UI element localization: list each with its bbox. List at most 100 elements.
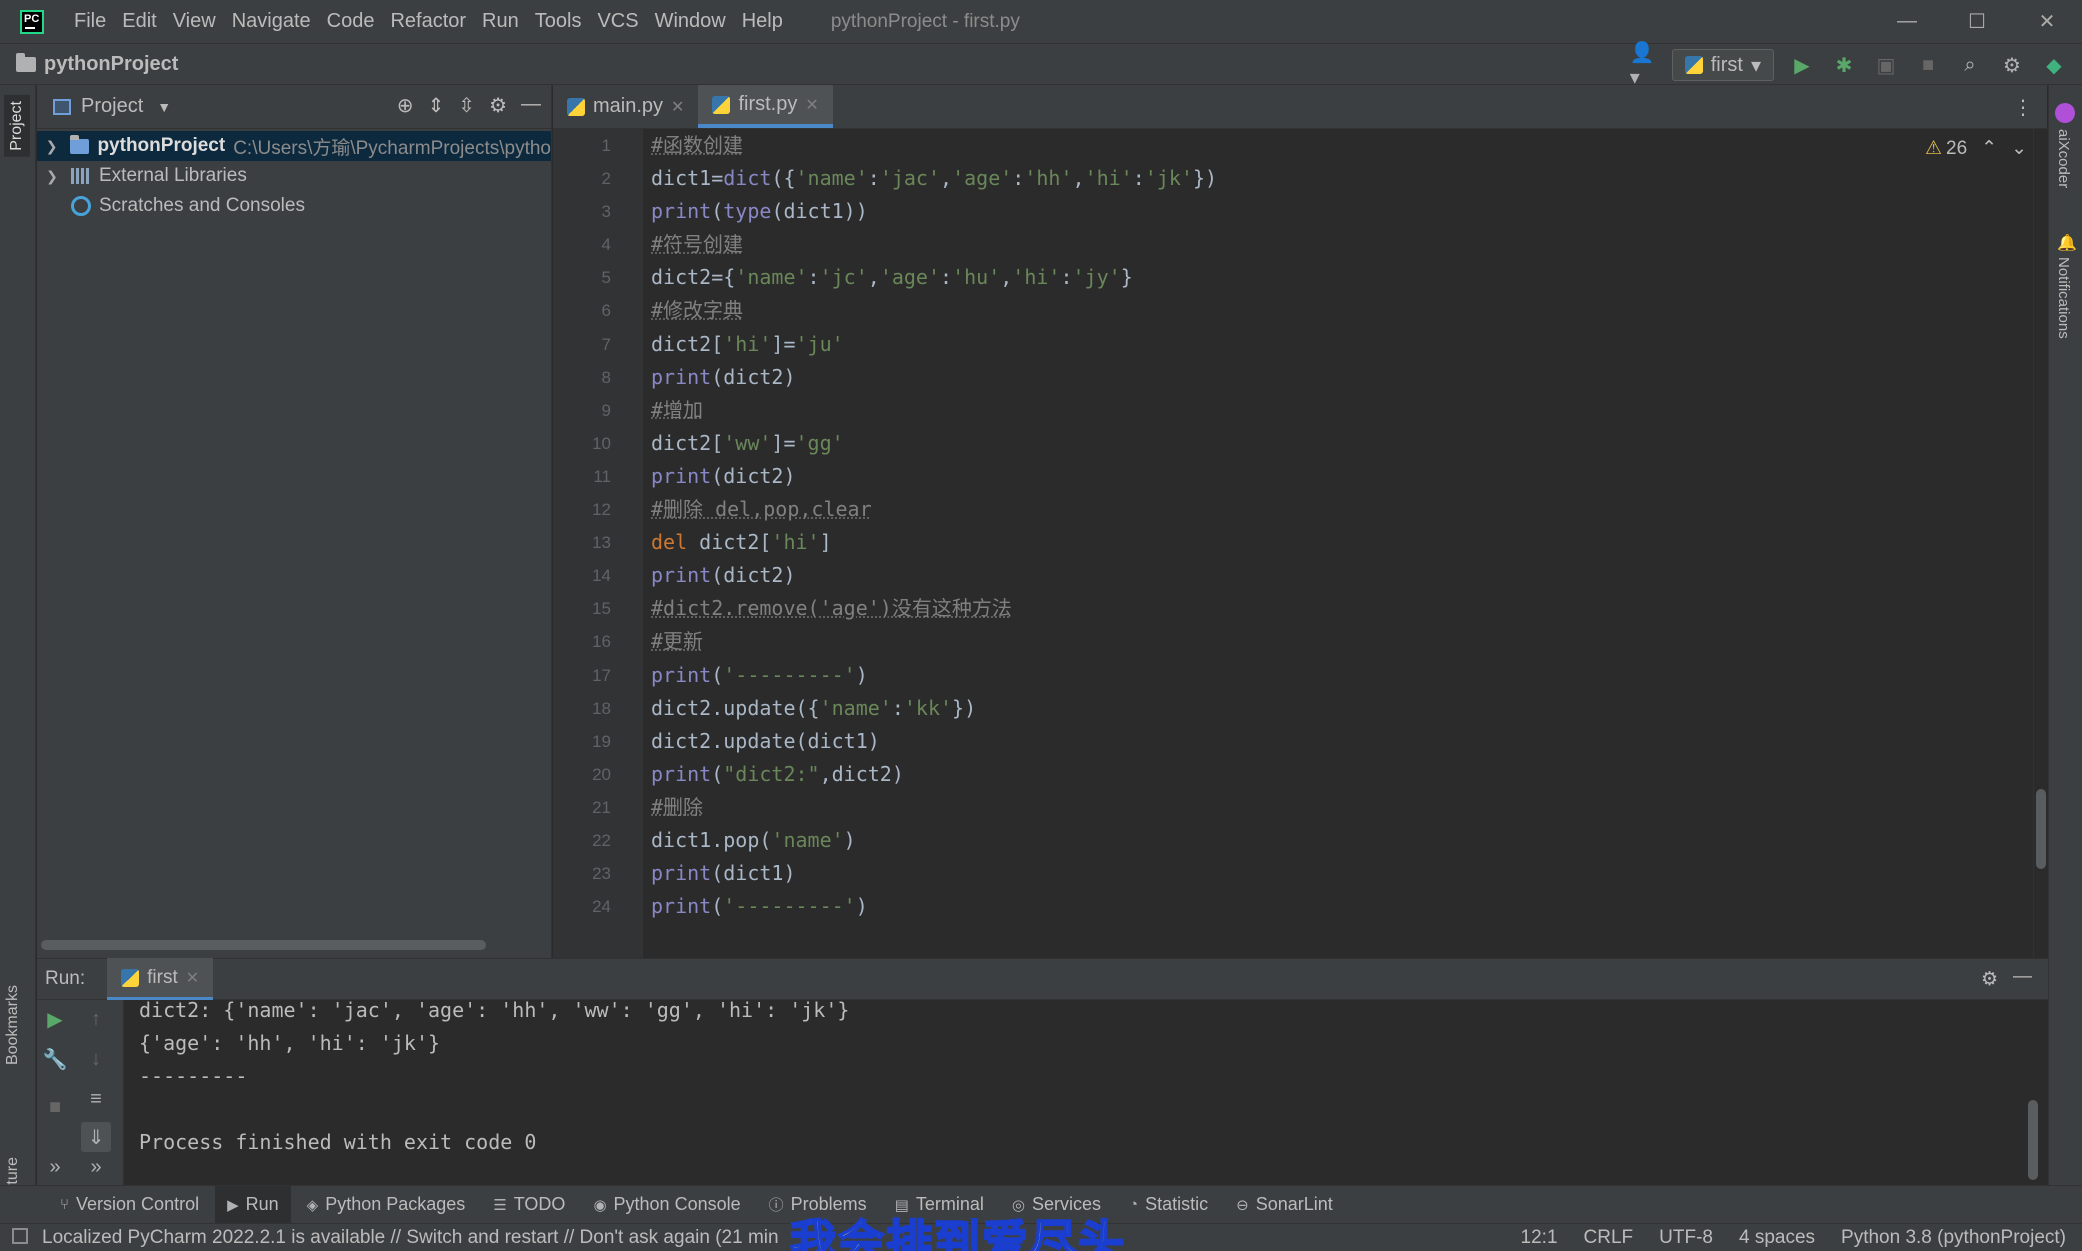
maximize-icon[interactable]: ☐ xyxy=(1942,0,2012,43)
menu-help[interactable]: Help xyxy=(734,10,791,33)
code-line[interactable]: print(dict2) xyxy=(651,361,2007,394)
code-line[interactable]: dict1.pop('name') xyxy=(651,824,2007,857)
menu-run[interactable]: Run xyxy=(474,10,527,33)
menu-navigate[interactable]: Navigate xyxy=(224,10,319,33)
tool-tab-notifications[interactable]: Notifications xyxy=(2055,257,2072,339)
chevron-right-icon[interactable]: ❯ xyxy=(43,168,61,185)
code-line[interactable]: #修改字典 xyxy=(651,294,2007,327)
rerun-icon[interactable]: ▶ xyxy=(40,1004,70,1034)
stop-icon[interactable]: ■ xyxy=(1914,51,1942,79)
menu-tools[interactable]: Tools xyxy=(527,10,590,33)
layout-icon[interactable] xyxy=(12,1228,28,1244)
aixcoder-icon[interactable] xyxy=(2055,103,2075,123)
code-line[interactable]: dict1=dict({'name':'jac','age':'hh','hi'… xyxy=(651,162,2007,195)
hide-icon[interactable]: — xyxy=(2013,966,2032,988)
run-icon[interactable]: ▶ xyxy=(1788,51,1816,79)
code-line[interactable]: print("dict2:",dict2) xyxy=(651,758,2007,791)
python-interpreter[interactable]: Python 3.8 (pythonProject) xyxy=(1841,1227,2066,1249)
menu-window[interactable]: Window xyxy=(647,10,734,33)
bell-icon[interactable]: 🔔 xyxy=(2057,233,2077,253)
tool-tab-bookmarks[interactable]: Bookmarks xyxy=(4,985,22,1065)
chevron-up-icon[interactable]: ⌃ xyxy=(1981,137,1997,160)
code-line[interactable]: #删除 xyxy=(651,791,2007,824)
arrow-up-icon[interactable]: ↑ xyxy=(81,1004,111,1034)
close-icon[interactable]: ✕ xyxy=(805,95,818,115)
line-separator[interactable]: CRLF xyxy=(1584,1227,1634,1249)
gear-icon[interactable]: ⚙ xyxy=(1981,968,1998,991)
code-line[interactable]: del dict2['hi'] xyxy=(651,526,2007,559)
tree-item-project-root[interactable]: ❯ pythonProject C:\Users\方瑜\PycharmProje… xyxy=(37,131,551,161)
tool-tab-project[interactable]: Project xyxy=(4,95,30,157)
console-scrollbar[interactable] xyxy=(2028,1100,2038,1180)
code-line[interactable]: #函数创建 xyxy=(651,129,2007,162)
console-output[interactable]: dict2: {'name': 'jac', 'age': 'hh', 'ww'… xyxy=(139,994,2028,1159)
menu-vcs[interactable]: VCS xyxy=(589,10,646,33)
chevron-down-icon[interactable]: ⌄ xyxy=(2011,137,2027,160)
tool-tab-aixcoder[interactable]: aiXcoder xyxy=(2055,129,2072,188)
code-line[interactable]: print(dict2) xyxy=(651,460,2007,493)
user-icon[interactable]: 👤▾ xyxy=(1630,42,1658,89)
code-line[interactable]: print('---------') xyxy=(651,659,2007,692)
locate-icon[interactable]: ⊕ xyxy=(397,93,414,118)
more-icon[interactable]: » xyxy=(81,1152,111,1182)
code-line[interactable]: #dict2.remove('age')没有这种方法 xyxy=(651,592,2007,625)
wrench-icon[interactable]: 🔧 xyxy=(40,1044,70,1074)
tree-item-scratches[interactable]: Scratches and Consoles xyxy=(37,191,551,221)
menu-edit[interactable]: Edit xyxy=(114,10,164,33)
code-line[interactable]: dict2['hi']='ju' xyxy=(651,328,2007,361)
minimize-icon[interactable]: — xyxy=(1872,0,1942,43)
hide-icon[interactable]: — xyxy=(521,93,541,118)
code-line[interactable]: print(type(dict1)) xyxy=(651,195,2007,228)
code-line[interactable]: dict2['ww']='gg' xyxy=(651,427,2007,460)
code-line[interactable]: print('---------') xyxy=(651,890,2007,923)
menu-file[interactable]: File xyxy=(66,10,114,33)
more-icon[interactable]: » xyxy=(40,1152,70,1182)
jetbrains-ai-icon[interactable]: ◆ xyxy=(2040,51,2068,79)
project-view-selector[interactable]: Project xyxy=(81,95,143,118)
tab-main-py[interactable]: main.py ✕ xyxy=(553,85,698,128)
code-area[interactable]: #函数创建 dict1=dict({'name':'jac','age':'hh'… xyxy=(651,129,2007,958)
scroll-thumb[interactable] xyxy=(2036,789,2046,869)
code-line[interactable]: dict2.update(dict1) xyxy=(651,725,2007,758)
code-line[interactable]: #更新 xyxy=(651,625,2007,658)
caret-position[interactable]: 12:1 xyxy=(1521,1227,1558,1249)
close-icon[interactable]: ✕ xyxy=(186,968,199,988)
soft-wrap-icon[interactable]: ≡ xyxy=(81,1084,111,1114)
chevron-down-icon[interactable]: ▼ xyxy=(157,99,171,115)
code-line[interactable]: print(dict2) xyxy=(651,559,2007,592)
coverage-icon[interactable]: ▣ xyxy=(1872,51,1900,79)
tool-version-control[interactable]: ⑂ Version Control xyxy=(48,1186,211,1224)
chevron-right-icon[interactable]: ❯ xyxy=(43,138,60,155)
gear-icon[interactable]: ⚙ xyxy=(489,93,507,118)
code-line[interactable]: dict2={'name':'jc','age':'hu','hi':'jy'} xyxy=(651,261,2007,294)
tool-statistic[interactable]: ◔ Statistic xyxy=(1117,1186,1220,1224)
run-config-selector[interactable]: first ▾ xyxy=(1671,49,1774,81)
breadcrumb[interactable]: pythonProject xyxy=(16,52,178,76)
tree-item-external-libraries[interactable]: ❯ External Libraries xyxy=(37,161,551,191)
code-line[interactable]: #增加 xyxy=(651,394,2007,427)
stop-icon[interactable]: ■ xyxy=(40,1092,70,1122)
close-window-icon[interactable]: ✕ xyxy=(2012,0,2082,43)
search-icon[interactable]: ⌕ xyxy=(1956,51,1984,79)
tool-sonarlint[interactable]: ⊖ SonarLint xyxy=(1224,1186,1345,1224)
debug-icon[interactable]: ✱ xyxy=(1830,51,1858,79)
tool-python-console[interactable]: ◉ Python Console xyxy=(581,1186,752,1224)
file-encoding[interactable]: UTF-8 xyxy=(1659,1227,1713,1249)
expand-all-icon[interactable]: ⇕ xyxy=(428,93,445,118)
editor-scrollbar[interactable] xyxy=(2033,129,2047,958)
code-line[interactable]: #符号创建 xyxy=(651,228,2007,261)
menu-refactor[interactable]: Refactor xyxy=(382,10,474,33)
scroll-to-end-icon[interactable]: ⇓ xyxy=(81,1122,111,1152)
code-line[interactable]: print(dict1) xyxy=(651,857,2007,890)
inspection-widget[interactable]: ⚠ 26 ⌃ ⌄ xyxy=(1925,137,2027,160)
indent-setting[interactable]: 4 spaces xyxy=(1739,1227,1815,1249)
gear-icon[interactable]: ⚙ xyxy=(1998,51,2026,79)
close-icon[interactable]: ✕ xyxy=(671,97,684,117)
collapse-all-icon[interactable]: ⇳ xyxy=(458,93,475,118)
menu-view[interactable]: View xyxy=(165,10,224,33)
horizontal-scrollbar[interactable] xyxy=(41,940,486,950)
tab-first-py[interactable]: first.py ✕ xyxy=(698,85,833,128)
status-message[interactable]: Localized PyCharm 2022.2.1 is available … xyxy=(42,1227,802,1249)
tool-run[interactable]: ▶ Run xyxy=(215,1185,291,1224)
tool-python-packages[interactable]: ◈ Python Packages xyxy=(295,1186,478,1224)
